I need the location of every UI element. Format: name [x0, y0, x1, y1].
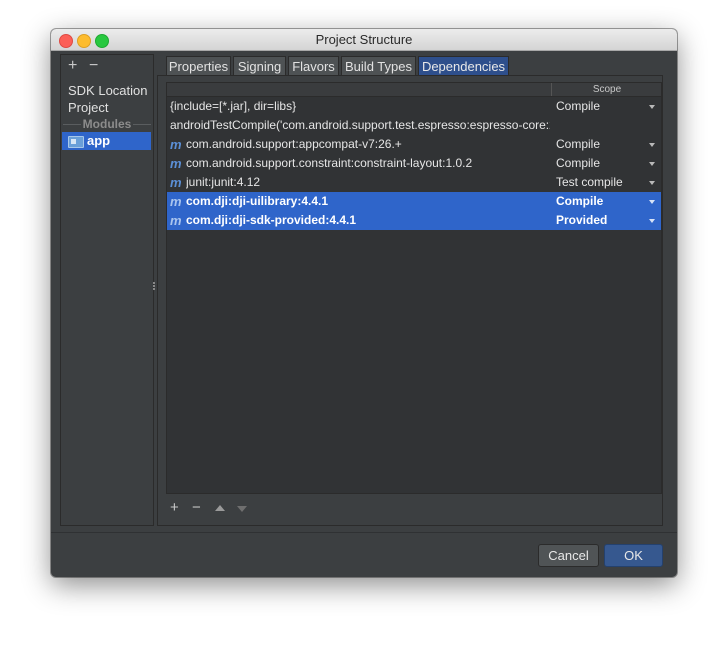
nav-sdk-location[interactable]: SDK Location: [68, 83, 148, 98]
dependency-name: com.android.support.constraint:constrain…: [186, 156, 473, 170]
tab-signing[interactable]: Signing: [233, 56, 286, 75]
separator-line: [133, 124, 151, 125]
nav-project[interactable]: Project: [68, 100, 108, 115]
cancel-button[interactable]: Cancel: [538, 544, 599, 567]
tab-build-types[interactable]: Build Types: [341, 56, 416, 75]
add-module-button[interactable]: +: [68, 58, 77, 74]
dependency-name: com.dji:dji-sdk-provided:4.4.1: [186, 213, 357, 227]
title-bar: Project Structure: [51, 29, 677, 51]
scope-dropdown-arrow-icon[interactable]: [649, 219, 655, 223]
dependency-name: junit:junit:4.12: [186, 175, 261, 189]
maven-library-icon: m: [170, 213, 182, 228]
scope-dropdown-arrow-icon[interactable]: [649, 162, 655, 166]
table-row[interactable]: m com.dji:dji-sdk-provided:4.4.1 Provide…: [167, 211, 661, 230]
project-structure-window: Project Structure + − SDK Location Proje…: [51, 29, 677, 577]
tab-dependencies[interactable]: Dependencies: [418, 56, 509, 75]
scope-value[interactable]: Compile: [556, 192, 603, 211]
maven-library-icon: m: [170, 156, 182, 171]
table-row[interactable]: androidTestCompile('com.android.support.…: [167, 116, 661, 135]
move-down-icon[interactable]: [237, 506, 247, 512]
modules-separator: Modules: [61, 117, 153, 131]
scope-value[interactable]: Compile: [556, 135, 600, 154]
tab-properties[interactable]: Properties: [166, 56, 231, 75]
scope-dropdown-arrow-icon[interactable]: [649, 105, 655, 109]
dependencies-panel: Scope {include=[*.jar], dir=libs} Compil…: [157, 75, 663, 526]
scope-column-header[interactable]: Scope: [551, 83, 662, 96]
table-row[interactable]: m com.android.support:appcompat-v7:26.+ …: [167, 135, 661, 154]
scope-value[interactable]: Provided: [556, 211, 607, 230]
maven-library-icon: m: [170, 137, 182, 152]
tab-flavors[interactable]: Flavors: [288, 56, 339, 75]
table-toolbar: + −: [166, 499, 660, 519]
dependency-name: androidTestCompile('com.android.support.…: [170, 118, 550, 132]
module-item-app[interactable]: app: [62, 132, 151, 150]
footer-divider: [51, 532, 677, 533]
table-row[interactable]: {include=[*.jar], dir=libs} Compile: [167, 97, 661, 116]
remove-module-button[interactable]: −: [89, 58, 98, 74]
table-row[interactable]: m junit:junit:4.12 Test compile: [167, 173, 661, 192]
window-title: Project Structure: [315, 32, 413, 47]
left-panel: + − SDK Location Project Modules app: [60, 54, 154, 526]
maven-library-icon: m: [170, 175, 182, 190]
dependencies-table: Scope {include=[*.jar], dir=libs} Compil…: [166, 82, 662, 494]
remove-dependency-button[interactable]: −: [192, 499, 201, 517]
module-label: app: [87, 133, 111, 148]
move-up-icon[interactable]: [215, 505, 225, 511]
table-row[interactable]: m com.dji:dji-uilibrary:4.4.1 Compile: [167, 192, 661, 211]
scope-value[interactable]: Compile: [556, 154, 600, 173]
dependency-name: {include=[*.jar], dir=libs}: [170, 99, 297, 113]
scope-value[interactable]: Test compile: [556, 173, 623, 192]
module-folder-icon: [68, 136, 84, 148]
panel-splitter[interactable]: [153, 282, 155, 296]
ok-button[interactable]: OK: [604, 544, 663, 567]
dependency-name: com.dji:dji-uilibrary:4.4.1: [186, 194, 329, 208]
table-header: Scope: [167, 83, 661, 97]
scope-dropdown-arrow-icon[interactable]: [649, 143, 655, 147]
scope-value[interactable]: Compile: [556, 97, 600, 116]
scope-dropdown-arrow-icon[interactable]: [649, 200, 655, 204]
add-dependency-button[interactable]: +: [170, 499, 179, 517]
dependency-name: com.android.support:appcompat-v7:26.+: [186, 137, 402, 151]
maven-library-icon: m: [170, 194, 182, 209]
scope-dropdown-arrow-icon[interactable]: [649, 181, 655, 185]
table-row[interactable]: m com.android.support.constraint:constra…: [167, 154, 661, 173]
